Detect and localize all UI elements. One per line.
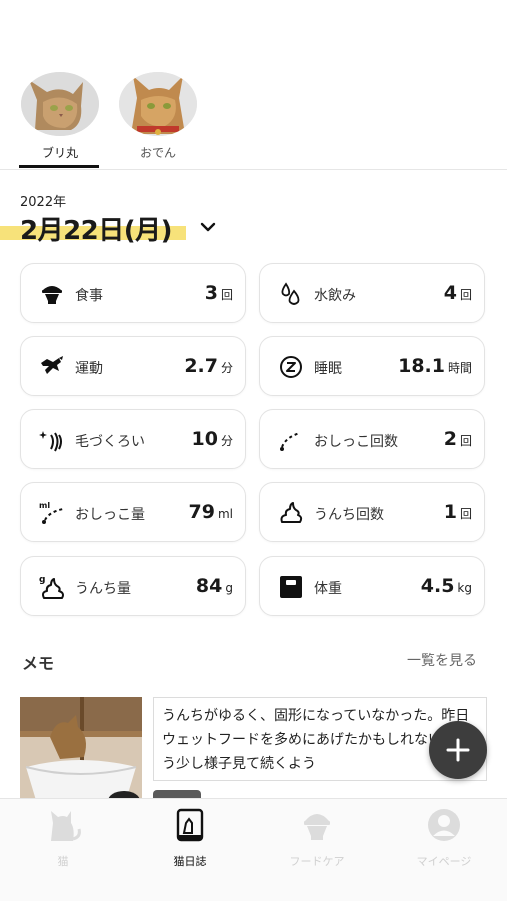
stat-card-pee-count[interactable]: おしっこ回数 2回: [259, 409, 485, 469]
stat-card-water[interactable]: 水飲み 4回: [259, 263, 485, 323]
year-label: 2022年: [20, 195, 67, 210]
stat-label: うんち回数: [314, 507, 384, 523]
stat-card-poop-count[interactable]: うんち回数 1回: [259, 482, 485, 542]
profile-icon: [428, 809, 460, 841]
stat-value: 2.7 分: [184, 355, 233, 377]
stat-card-exercise[interactable]: 運動 2.7 分: [20, 336, 246, 396]
memo-title: メモ: [22, 654, 55, 673]
stat-value: 1回: [443, 501, 472, 523]
tab-label: 猫: [57, 855, 69, 868]
add-button[interactable]: [429, 721, 487, 779]
tab-food-care[interactable]: フードケア: [254, 807, 380, 869]
stat-label: 運動: [75, 361, 103, 377]
svg-text:ml: ml: [39, 501, 50, 510]
tab-label: フードケア: [289, 855, 345, 868]
stat-card-grooming[interactable]: 毛づくろい 10 分: [20, 409, 246, 469]
poop-count-icon: [280, 502, 303, 523]
sleep-icon: [280, 356, 302, 378]
stat-value: 3回: [204, 282, 233, 304]
tab-cat[interactable]: 猫: [0, 807, 126, 869]
stat-label: 水飲み: [314, 288, 356, 304]
cat-tab-oden[interactable]: おでん: [118, 72, 198, 161]
view-all-memos-link[interactable]: 一覧を見る: [407, 650, 477, 670]
cat-selector: ブリ丸 おでん: [0, 72, 507, 170]
bottom-tab-bar: 猫 猫日誌 フードケア マイページ: [0, 798, 507, 901]
stat-label: 食事: [75, 288, 103, 304]
stat-label: おしっこ回数: [314, 434, 398, 450]
tab-diary[interactable]: 猫日誌: [127, 807, 253, 869]
tab-my-page[interactable]: マイページ: [381, 807, 507, 869]
stat-value: 2回: [443, 428, 472, 450]
avatar: [21, 72, 99, 136]
cat-name: おでん: [139, 146, 176, 160]
svg-text:g: g: [39, 575, 45, 585]
stat-label: 毛づくろい: [75, 434, 145, 450]
stat-value: 18.1 時間: [398, 355, 472, 377]
stat-value: 79 ml: [188, 501, 233, 523]
plus-icon: [446, 738, 470, 762]
date-label[interactable]: 2月22日(月): [20, 210, 173, 247]
running-cat-icon: [41, 356, 63, 374]
diary-icon: [176, 808, 204, 842]
stat-label: 体重: [314, 581, 342, 597]
selected-indicator: [19, 165, 99, 168]
stat-label: うんち量: [75, 581, 131, 597]
food-bowl-icon: [42, 286, 62, 304]
stat-label: おしっこ量: [75, 507, 145, 523]
food-care-icon: [304, 814, 330, 840]
tab-label: マイページ: [416, 855, 472, 868]
chevron-down-icon[interactable]: [197, 216, 219, 238]
pee-volume-icon: ml: [39, 501, 64, 524]
stat-card-pee-volume[interactable]: ml おしっこ量 79 ml: [20, 482, 246, 542]
stat-card-poop-weight[interactable]: g うんち量 84 g: [20, 556, 246, 616]
grooming-icon: [39, 431, 62, 452]
stat-value: 4.5 kg: [420, 575, 472, 597]
avatar: [119, 72, 197, 136]
water-drop-icon: [281, 282, 300, 305]
divider: [0, 169, 507, 170]
tab-label: 猫日誌: [173, 855, 207, 868]
stat-label: 睡眠: [314, 361, 342, 377]
stat-value: 4回: [443, 282, 472, 304]
stat-card-weight[interactable]: 体重 4.5 kg: [259, 556, 485, 616]
weight-scale-icon: [280, 576, 302, 598]
stat-value: 10 分: [191, 428, 233, 450]
cat-tab-buri[interactable]: ブリ丸: [19, 72, 100, 168]
cat-icon: [51, 811, 81, 841]
poop-weight-icon: g: [39, 575, 64, 599]
stat-card-sleep[interactable]: 睡眠 18.1 時間: [259, 336, 485, 396]
pee-count-icon: [280, 432, 301, 451]
cat-name: ブリ丸: [41, 146, 78, 160]
stat-card-meal[interactable]: 食事 3回: [20, 263, 246, 323]
memo-photo[interactable]: [20, 697, 142, 807]
stat-value: 84 g: [195, 575, 233, 597]
